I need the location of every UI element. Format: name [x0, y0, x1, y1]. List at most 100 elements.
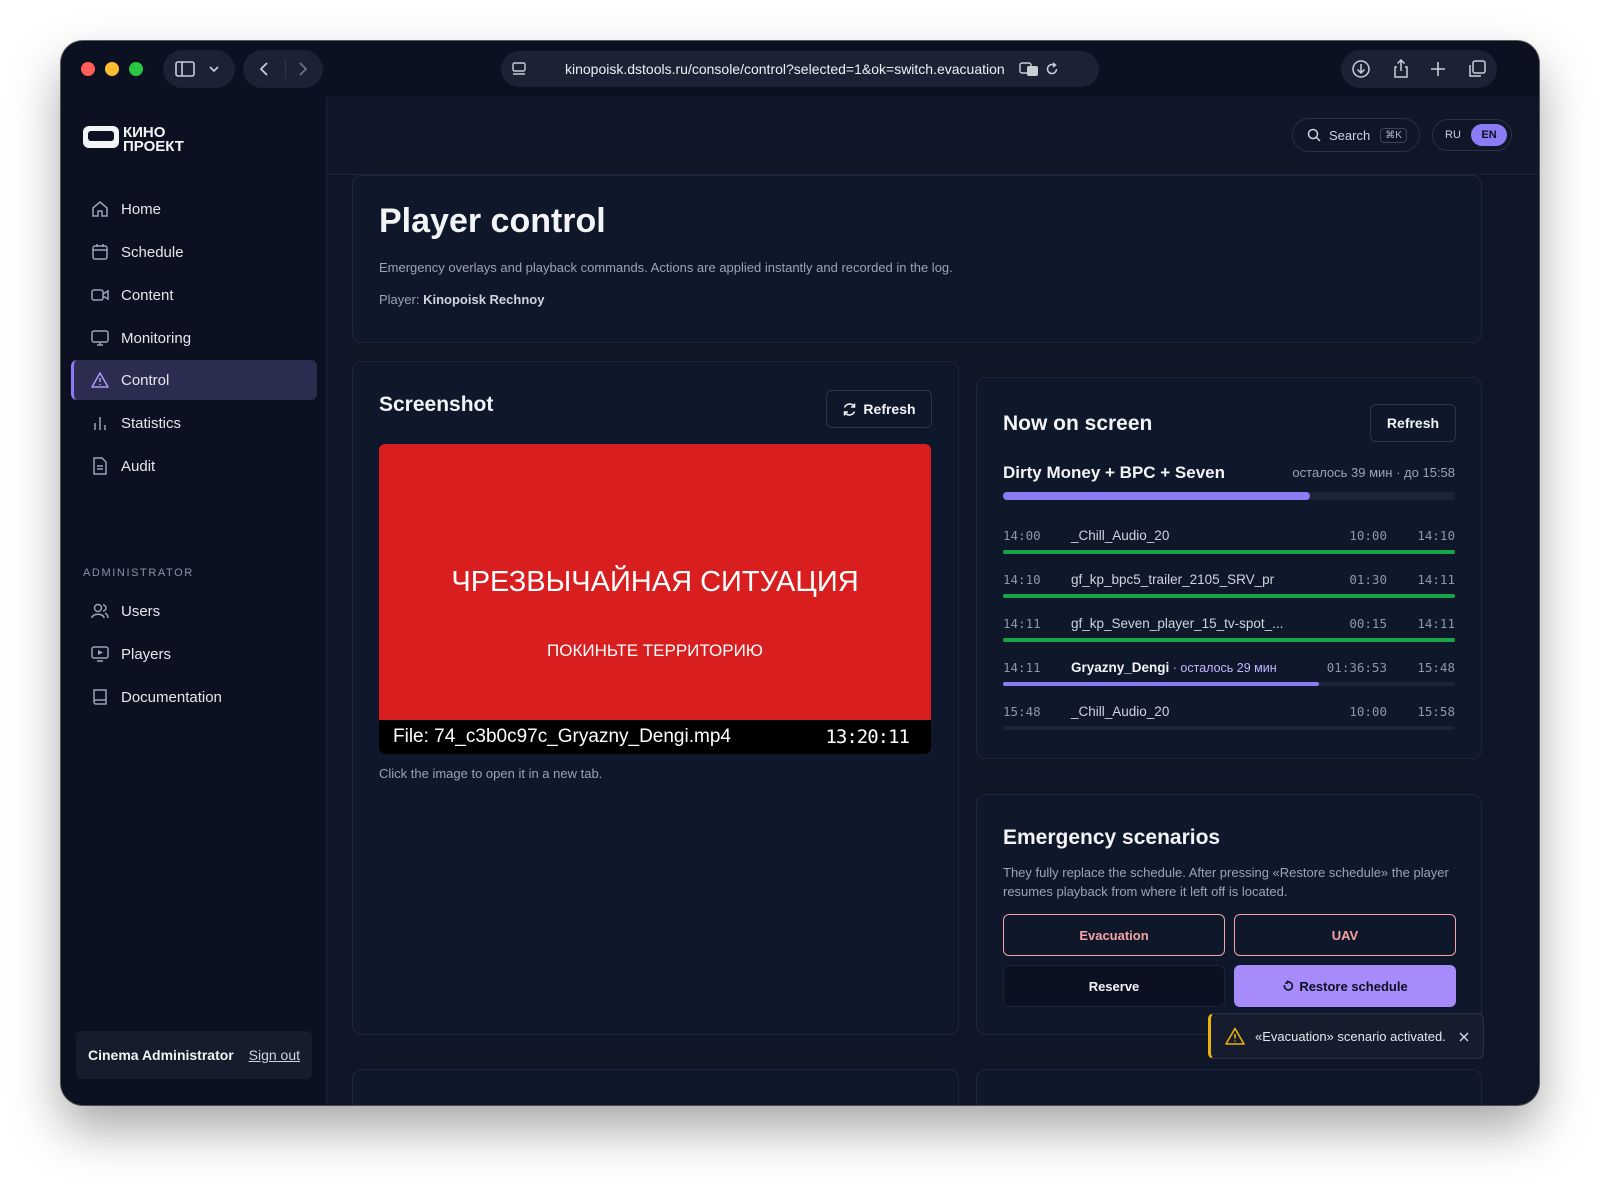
lang-en-button[interactable]: EN	[1471, 124, 1507, 146]
schedule-row: 15:48 _Chill_Audio_20 10:00 15:58	[1003, 692, 1455, 736]
sidebar-item-players[interactable]: Players	[71, 634, 317, 674]
tabs-overview-icon[interactable]	[1467, 59, 1487, 79]
new-tab-icon[interactable]	[1430, 61, 1446, 77]
close-icon[interactable]	[1459, 1032, 1469, 1042]
home-icon	[92, 201, 108, 217]
row-start-time: 14:10	[1003, 572, 1041, 587]
row-progress-fill	[1003, 638, 1455, 642]
row-progress-track	[1003, 550, 1455, 554]
screenshot-card: Screenshot Refresh ЧРЕЗВЫЧАЙНАЯ СИТУАЦИЯ…	[352, 361, 959, 1035]
browser-actions	[1341, 50, 1497, 88]
program-progress-fill	[1003, 492, 1311, 500]
refresh-label: Refresh	[863, 401, 916, 417]
uav-button[interactable]: UAV	[1234, 914, 1456, 956]
sidebar-item-content[interactable]: Content	[71, 275, 317, 315]
user-panel: Cinema Administrator Sign out	[76, 1031, 312, 1079]
overlay-subtitle: ПОКИНЬТЕ ТЕРРИТОРИЮ	[547, 641, 763, 660]
sidebar-item-monitoring[interactable]: Monitoring	[71, 318, 317, 358]
maximize-window-button[interactable]	[129, 62, 143, 76]
lang-ru-button[interactable]: RU	[1435, 129, 1471, 141]
translate-icon[interactable]	[1019, 61, 1039, 77]
row-end-time: 14:11	[1417, 616, 1455, 631]
player-screenshot[interactable]: ЧРЕЗВЫЧАЙНАЯ СИТУАЦИЯ ПОКИНЬТЕ ТЕРРИТОРИ…	[379, 444, 931, 754]
reload-icon[interactable]	[1045, 62, 1059, 76]
sidebar-item-label: Control	[121, 371, 170, 389]
now-on-screen-title: Now on screen	[1003, 412, 1153, 435]
sidebar-item-documentation[interactable]: Documentation	[71, 677, 317, 717]
screenshot-info-bar: File: 74_c3b0c97c_Gryazny_Dengi.mp4 13:2…	[379, 720, 931, 754]
row-end-time: 14:11	[1417, 572, 1455, 587]
sidebar-item-schedule[interactable]: Schedule	[71, 232, 317, 272]
download-icon[interactable]	[1351, 59, 1371, 79]
share-icon[interactable]	[1392, 59, 1410, 79]
logo[interactable]: КИНО ПРОЕКТ	[83, 123, 195, 158]
sidebar-item-users[interactable]: Users	[71, 591, 317, 631]
page-header-card: Player control Emergency overlays and pl…	[352, 175, 1482, 343]
restore-schedule-button[interactable]: Restore schedule	[1234, 965, 1456, 1007]
browser-toolbar: kinopoisk.dstools.ru/console/control?sel…	[61, 41, 1539, 97]
sidebar-item-statistics[interactable]: Statistics	[71, 403, 317, 443]
now-on-screen-refresh-button[interactable]: Refresh	[1370, 404, 1456, 442]
restore-schedule-label: Restore schedule	[1299, 978, 1408, 994]
top-bar: Search ⌘K RU EN	[327, 97, 1539, 175]
emergency-card: Emergency scenarios They fully replace t…	[976, 794, 1482, 1035]
sidebar-item-label: Monitoring	[121, 329, 192, 347]
minimize-window-button[interactable]	[105, 62, 119, 76]
search-icon	[1307, 128, 1321, 142]
warning-icon	[1225, 1027, 1245, 1045]
screenshot-hint: Click the image to open it in a new tab.	[379, 766, 603, 781]
evacuation-button[interactable]: Evacuation	[1003, 914, 1225, 956]
users-icon	[91, 603, 109, 619]
sidebar-item-label: Users	[121, 602, 161, 620]
player-name: Kinopoisk Rechnoy	[423, 292, 545, 307]
row-end-time: 15:58	[1417, 704, 1455, 719]
sidebar-item-label: Schedule	[121, 243, 184, 261]
row-duration: 01:30	[1349, 572, 1387, 587]
now-on-screen-card: Now on screen Refresh Dirty Money + BPC …	[976, 377, 1482, 759]
warning-icon	[91, 372, 109, 388]
close-window-button[interactable]	[81, 62, 95, 76]
back-icon[interactable]	[259, 61, 269, 77]
sidebar-item-home[interactable]: Home	[71, 189, 317, 229]
program-name: Dirty Money + BPC + Seven	[1003, 463, 1226, 482]
browser-window: kinopoisk.dstools.ru/console/control?sel…	[61, 41, 1539, 1105]
sidebar-item-audit[interactable]: Audit	[71, 446, 317, 486]
screenshot-title: Screenshot	[379, 393, 494, 416]
toast-message: «Evacuation» scenario activated.	[1255, 1028, 1446, 1044]
sign-out-link[interactable]: Sign out	[249, 1047, 300, 1063]
search-button[interactable]: Search ⌘K	[1292, 118, 1420, 152]
row-progress-track	[1003, 726, 1455, 730]
monitor-icon	[91, 330, 109, 346]
row-item-name: _Chill_Audio_20	[1071, 528, 1169, 543]
forward-icon[interactable]	[298, 61, 308, 77]
row-progress-fill	[1003, 682, 1320, 686]
sidebar-toggle-button[interactable]	[163, 50, 235, 88]
sidebar-item-label: Documentation	[121, 688, 222, 706]
document-icon	[93, 457, 107, 475]
language-switch: RU EN	[1432, 119, 1512, 151]
chevron-down-icon	[209, 66, 219, 73]
row-item-name: gf_kp_Seven_player_15_tv-spot_...	[1071, 616, 1283, 631]
schedule-row: 14:00 _Chill_Audio_20 10:00 14:10	[1003, 516, 1455, 560]
page-settings-icon[interactable]	[511, 61, 527, 77]
sidebar-item-label: Players	[121, 645, 172, 663]
search-shortcut: ⌘K	[1380, 127, 1407, 143]
history-nav	[243, 50, 323, 88]
restore-icon	[1284, 980, 1294, 991]
row-item-title: gf_kp_Seven_player_15_tv-spot_...	[1071, 616, 1284, 631]
emergency-description: They fully replace the schedule. After p…	[1003, 865, 1449, 899]
user-name: Cinema Administrator	[88, 1047, 234, 1063]
toast-notification: «Evacuation» scenario activated.	[1208, 1013, 1484, 1059]
page-description: Emergency overlays and playback commands…	[379, 260, 953, 275]
bar-chart-icon	[94, 417, 106, 430]
player-label: Player:	[379, 292, 420, 307]
overlay-title: ЧРЕЗВЫЧАЙНАЯ СИТУАЦИЯ	[451, 566, 859, 598]
row-item-title: _Chill_Audio_20	[1071, 704, 1170, 719]
program-progress-track	[1003, 492, 1455, 500]
schedule-row: 14:11 Gryazny_Dengi · осталось 29 мин 01:3…	[1003, 648, 1455, 692]
reserve-button[interactable]: Reserve	[1003, 965, 1225, 1007]
screenshot-refresh-button[interactable]: Refresh	[826, 390, 932, 428]
sidebar-item-control[interactable]: Control	[71, 360, 317, 400]
address-bar[interactable]: kinopoisk.dstools.ru/console/control?sel…	[501, 51, 1099, 87]
row-duration: 00:15	[1349, 616, 1387, 631]
